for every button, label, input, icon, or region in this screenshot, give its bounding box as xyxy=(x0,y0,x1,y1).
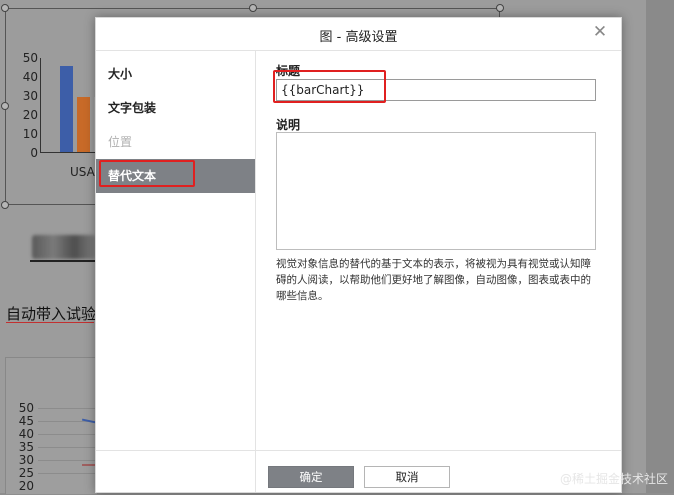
chart2-y-axis: 50 45 40 35 30 25 20 xyxy=(10,402,34,493)
resize-handle[interactable] xyxy=(249,4,257,12)
chart1-y-tick: 50 xyxy=(22,51,38,65)
chart2-gridline xyxy=(38,447,96,448)
chart1-y-tick: 0 xyxy=(30,146,38,160)
chart2-y-tick: 45 xyxy=(18,414,34,428)
chart1-y-tick: 20 xyxy=(22,108,38,122)
dialog-footer: 确定 取消 xyxy=(96,450,621,495)
chart1-bar xyxy=(77,97,90,152)
chart1-y-axis: 50 40 30 20 10 0 xyxy=(12,52,38,162)
nav-item-text-wrap[interactable]: 文字包装 xyxy=(96,91,255,125)
blurred-text xyxy=(32,235,96,259)
document-text: 自动带入试验 xyxy=(6,305,97,323)
resize-handle[interactable] xyxy=(1,201,9,209)
chart2-y-tick: 35 xyxy=(18,440,34,454)
chart2-gridline xyxy=(38,473,96,474)
description-textarea[interactable] xyxy=(276,132,596,250)
chart1-y-tick: 10 xyxy=(22,127,38,141)
chart2-y-tick: 25 xyxy=(18,466,34,480)
description-field-label: 说明 xyxy=(276,118,301,132)
chart1-x-axis-line xyxy=(40,152,100,153)
nav-item-position: 位置 xyxy=(108,135,133,149)
chart1-y-tick: 30 xyxy=(22,89,38,103)
settings-sidebar: 大小 文字包装 位置 替代文本 xyxy=(96,50,256,492)
chart2-gridline xyxy=(38,460,96,461)
chart2-y-tick: 40 xyxy=(18,427,34,441)
dialog-title-bar: 图 - 高级设置 ✕ xyxy=(96,18,621,51)
close-icon[interactable]: ✕ xyxy=(591,23,609,41)
alt-text-panel: 标题 说明 视觉对象信息的替代的基于文本的表示，将被视为具有视觉或认知障碍的人阅… xyxy=(256,50,621,450)
text-underline xyxy=(30,260,100,262)
chart1-y-axis-line xyxy=(40,58,41,152)
chart2-gridline xyxy=(38,434,96,435)
help-text: 视觉对象信息的替代的基于文本的表示，将被视为具有视觉或认知障碍的人阅读，以帮助他… xyxy=(276,258,591,302)
dialog-title: 图 - 高级设置 xyxy=(319,30,398,45)
advanced-settings-dialog: 图 - 高级设置 ✕ 大小 文字包装 位置 替代文本 标题 说明 视觉对象信息的… xyxy=(95,17,622,493)
chart2-gridline xyxy=(38,408,96,409)
spellcheck-underline xyxy=(6,322,94,323)
chart2-series-line xyxy=(82,464,96,466)
title-input[interactable] xyxy=(276,79,596,101)
resize-handle[interactable] xyxy=(1,4,9,12)
resize-handle[interactable] xyxy=(496,4,504,12)
chart1-y-tick: 40 xyxy=(22,70,38,84)
watermark: @稀土掘金技术社区 xyxy=(559,472,668,486)
cancel-button[interactable]: 取消 xyxy=(364,466,450,488)
ok-button[interactable]: 确定 xyxy=(268,466,354,488)
chart1-bar xyxy=(60,66,73,152)
nav-item-alt-text[interactable]: 替代文本 xyxy=(96,159,255,193)
scrollbar-gutter xyxy=(646,0,674,493)
chart2-y-tick: 50 xyxy=(18,401,34,415)
chart2-y-tick: 30 xyxy=(18,453,34,467)
chart2-y-tick: 20 xyxy=(18,479,34,493)
title-field-label: 标题 xyxy=(276,64,301,78)
resize-handle[interactable] xyxy=(1,102,9,110)
nav-item-size[interactable]: 大小 xyxy=(96,57,255,91)
chart1-category-label: USA xyxy=(70,165,95,179)
